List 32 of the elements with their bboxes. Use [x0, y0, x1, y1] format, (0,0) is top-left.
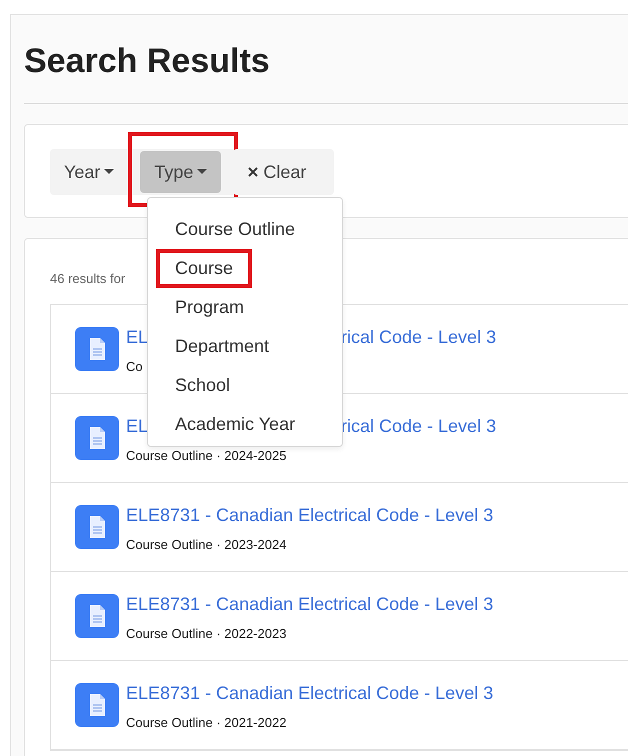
result-link[interactable]: EL — [126, 416, 148, 436]
result-meta: Course Outline · 2023-2024 — [126, 536, 288, 552]
document-icon — [75, 327, 119, 371]
result-meta: Course Outline · 2022-2023 — [126, 626, 288, 640]
menu-item[interactable]: School — [175, 372, 230, 399]
result-meta: Course Outline · 2021-2022 — [126, 714, 288, 730]
result-link[interactable]: rical Code - Level 3 — [341, 416, 496, 436]
menu-item[interactable]: Course Outline — [175, 216, 296, 243]
caret-icon — [104, 169, 114, 175]
menu-item[interactable]: Department — [175, 333, 270, 360]
result-link[interactable]: ELE8731 - Canadian Electrical Code - Level 3 — [126, 504, 494, 524]
menu-item[interactable]: Course — [175, 255, 234, 282]
result-meta: Course Outline · 2024-2025 — [126, 448, 288, 462]
result-row[interactable]: ELE8731 - Canadian Electrical Code - Level 3 Course Outline · 2021-2022 — [51, 661, 628, 750]
result-meta: Co — [126, 358, 144, 374]
results-count: 46 results for — [50, 271, 126, 286]
result-link[interactable]: rical Code - Level 3 — [341, 326, 496, 348]
result-row[interactable]: ELE8731 - Canadian Electrical Code - Level 3 Course Outline · 2023-2024 — [51, 483, 628, 572]
document-icon — [75, 594, 119, 638]
menu-item[interactable]: Academic Year — [175, 411, 296, 438]
filter-dropdown-button[interactable]: Type — [140, 151, 222, 193]
page-title: Search Results — [24, 41, 271, 82]
menu-item[interactable]: Program — [175, 294, 244, 321]
caret-icon — [197, 169, 208, 175]
result-link[interactable]: EL — [126, 326, 148, 346]
result-link[interactable]: ELE8731 - Canadian Electrical Code - Level 3 — [126, 594, 494, 614]
document-icon — [75, 505, 119, 549]
document-icon — [75, 416, 119, 460]
result-link[interactable]: ELE8731 - Canadian Electrical Code - Level 3 — [126, 682, 494, 702]
document-icon — [75, 683, 119, 727]
close-icon — [247, 166, 260, 178]
result-row[interactable]: ELE8731 - Canadian Electrical Code - Level 3 Course Outline · 2022-2023 — [51, 572, 628, 661]
